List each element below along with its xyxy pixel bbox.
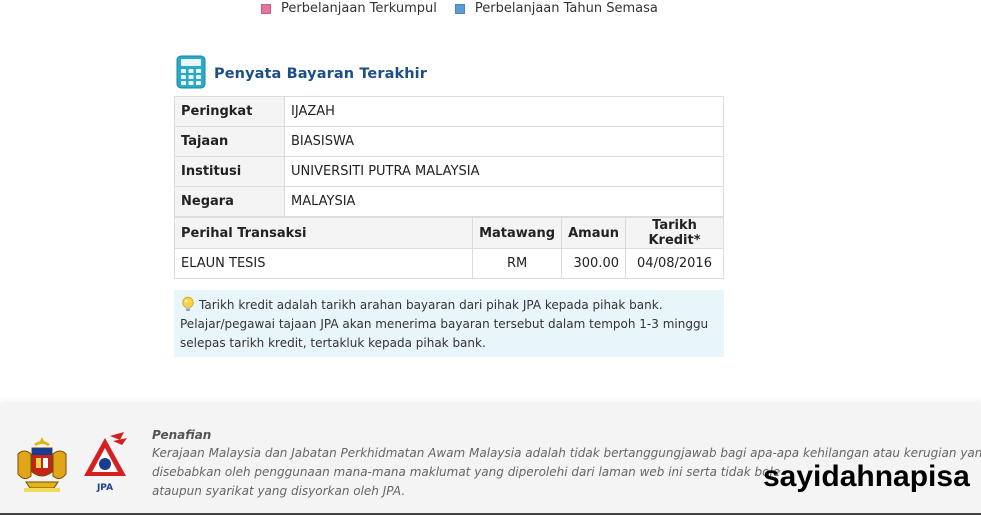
legend-swatch-cumulative [261, 3, 271, 14]
lightbulb-icon [182, 296, 194, 311]
table-row: Negara MALAYSIA [174, 186, 724, 217]
panel-title: Penyata Bayaran Terakhir [214, 66, 427, 82]
chart-legend: Perbelanjaan Terkumpul Perbelanjaan Tahu… [261, 1, 676, 16]
panel-header: Penyata Bayaran Terakhir [176, 55, 427, 89]
info-value-negara: MALAYSIA [284, 186, 724, 217]
legend-label-cumulative: Perbelanjaan Terkumpul [281, 1, 437, 16]
disclaimer-title: Penafian [152, 428, 212, 442]
payment-info-table: Peringkat IJAZAH Tajaan BIASISWA Institu… [174, 96, 724, 217]
info-key-institusi: Institusi [174, 156, 285, 187]
legend-item-current-year: Perbelanjaan Tahun Semasa [454, 1, 658, 16]
table-row: ELAUN TESIS RM 300.00 04/08/2016 [173, 248, 724, 279]
tx-currency: RM [472, 248, 563, 279]
table-row: Institusi UNIVERSITI PUTRA MALAYSIA [174, 156, 724, 187]
calculator-icon [176, 55, 206, 89]
info-value-tajaan: BIASISWA [284, 126, 724, 157]
watermark-text: sayidahnapisa [763, 460, 970, 493]
header-currency: Matawang [472, 217, 563, 249]
info-value-institusi: UNIVERSITI PUTRA MALAYSIA [284, 156, 724, 187]
transactions-table: Perihal Transaksi Matawang Amaun Tarikh … [173, 217, 724, 279]
table-header-row: Perihal Transaksi Matawang Amaun Tarikh … [173, 217, 724, 249]
note-text: Tarikh kredit adalah tarikh arahan bayar… [180, 298, 709, 350]
table-row: Peringkat IJAZAH [174, 96, 724, 127]
footer: JPA Penafian Kerajaan Malaysia dan Jabat… [0, 404, 981, 515]
credit-date-note: Tarikh kredit adalah tarikh arahan bayar… [174, 290, 724, 357]
header-amount: Amaun [561, 217, 626, 249]
info-key-peringkat: Peringkat [174, 96, 285, 127]
tx-desc: ELAUN TESIS [173, 248, 474, 279]
info-key-negara: Negara [174, 186, 285, 217]
malaysia-crest-logo [17, 437, 67, 492]
jpa-logo: JPA [84, 432, 127, 493]
tx-credit-date: 04/08/2016 [625, 248, 724, 279]
tx-amount: 300.00 [561, 248, 626, 279]
legend-item-cumulative: Perbelanjaan Terkumpul [261, 1, 437, 16]
header-desc: Perihal Transaksi [173, 217, 474, 249]
table-row: Tajaan BIASISWA [174, 126, 724, 157]
legend-label-current-year: Perbelanjaan Tahun Semasa [474, 1, 658, 16]
jpa-logo-label: JPA [96, 483, 113, 493]
info-value-peringkat: IJAZAH [284, 96, 724, 127]
info-key-tajaan: Tajaan [174, 126, 285, 157]
legend-swatch-current-year [454, 3, 465, 14]
header-credit-date: Tarikh Kredit* [625, 217, 724, 249]
